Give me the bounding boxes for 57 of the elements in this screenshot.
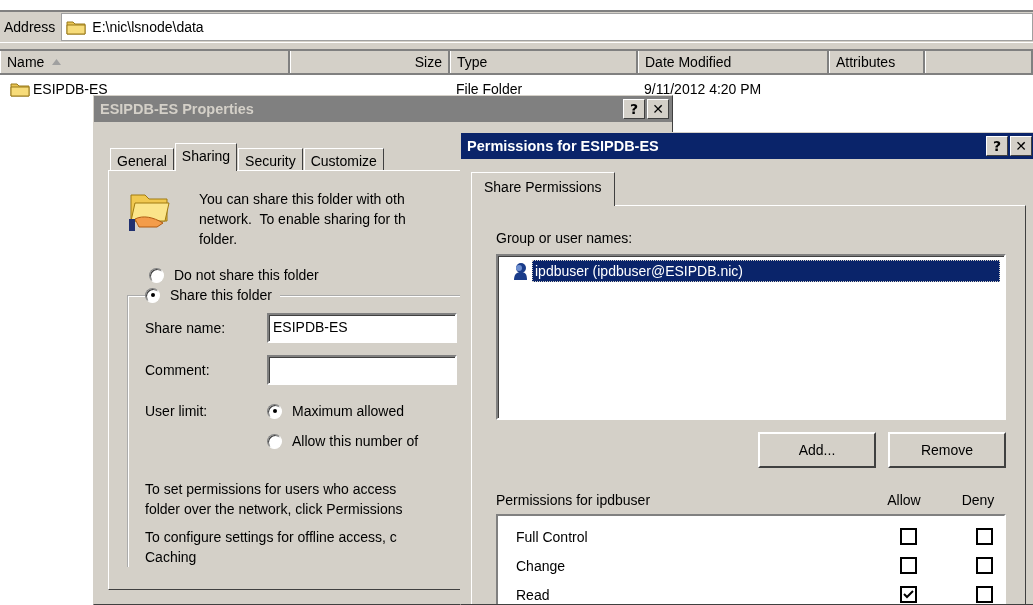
radio-label: Maximum allowed bbox=[292, 403, 405, 419]
column-header: Allow bbox=[886, 492, 922, 508]
tab[interactable]: Sharing bbox=[174, 143, 238, 171]
close-button[interactable]: ✕ bbox=[647, 99, 669, 119]
radio-button[interactable] bbox=[267, 433, 282, 449]
checkbox[interactable] bbox=[975, 528, 993, 545]
checkbox[interactable] bbox=[975, 586, 993, 603]
column-header[interactable]: Date Modified bbox=[638, 51, 829, 73]
list-label: Permissions for ipdbuser bbox=[496, 492, 652, 508]
folder-icon bbox=[66, 19, 87, 35]
radio-label: Share this folder bbox=[170, 287, 272, 303]
column-header: Deny bbox=[960, 492, 996, 508]
comment-field[interactable] bbox=[267, 355, 457, 385]
field-label: Comment: bbox=[145, 362, 211, 378]
address-field[interactable]: E:\nic\lsnode\data bbox=[61, 13, 1033, 41]
tab[interactable]: Share Permissions bbox=[471, 172, 615, 206]
folder-icon bbox=[10, 81, 30, 97]
user-icon bbox=[512, 262, 528, 280]
window-title: Permissions for ESIPDB-ES bbox=[467, 138, 659, 154]
field-label: Share name: bbox=[145, 320, 227, 336]
field-label: User limit: bbox=[145, 403, 209, 419]
address-path: E:\nic\lsnode\data bbox=[92, 19, 204, 35]
tab[interactable]: Customize bbox=[303, 148, 384, 170]
checkbox[interactable] bbox=[899, 586, 917, 603]
file-name[interactable]: ESIPDB-ES bbox=[33, 81, 108, 97]
checkmark-icon bbox=[902, 590, 914, 599]
window-title: ESIPDB-ES Properties bbox=[100, 101, 254, 117]
help-button[interactable]: ? bbox=[623, 99, 645, 119]
radio-button[interactable] bbox=[149, 267, 164, 283]
tab[interactable]: Security bbox=[238, 148, 303, 170]
list-label: Group or user names: bbox=[496, 230, 634, 246]
permission-name: Read bbox=[516, 586, 551, 603]
list-item[interactable]: ipdbuser (ipdbuser@ESIPDB.nic) bbox=[532, 260, 1000, 282]
description-text: You can share this folder with oth network. To enable sharing for th folder. bbox=[199, 190, 406, 249]
dialog-button[interactable]: Remove bbox=[888, 432, 1006, 468]
column-header[interactable]: Type bbox=[450, 51, 638, 73]
radio-label: Allow this number of bbox=[292, 433, 419, 449]
radio-label: Do not share this folder bbox=[174, 267, 319, 283]
table-cell-text: File Folder bbox=[455, 81, 524, 97]
description-text: To configure settings for offline access, c Caching bbox=[145, 528, 397, 567]
share-name-field[interactable]: ESIPDB-ES bbox=[267, 313, 457, 343]
close-button[interactable]: ✕ bbox=[1010, 136, 1032, 156]
table-cell-text: 9/11/2012 4:20 PM bbox=[643, 81, 763, 97]
permission-name: Change bbox=[516, 557, 567, 574]
dialog-button[interactable]: Add... bbox=[758, 432, 876, 468]
column-header[interactable]: Name bbox=[0, 51, 290, 73]
permission-name: Full Control bbox=[516, 528, 589, 545]
help-button[interactable]: ? bbox=[986, 136, 1008, 156]
checkbox[interactable] bbox=[975, 557, 993, 574]
description-text: To set permissions for users who access folder over the network, click Permissions bbox=[145, 480, 403, 519]
address-label: Address bbox=[4, 19, 56, 35]
checkbox[interactable] bbox=[899, 528, 917, 545]
column-header[interactable]: Size bbox=[290, 51, 450, 73]
checkbox[interactable] bbox=[899, 557, 917, 574]
column-header[interactable]: Attributes bbox=[829, 51, 925, 73]
tab[interactable]: General bbox=[110, 148, 174, 170]
radio-button[interactable] bbox=[145, 287, 160, 303]
